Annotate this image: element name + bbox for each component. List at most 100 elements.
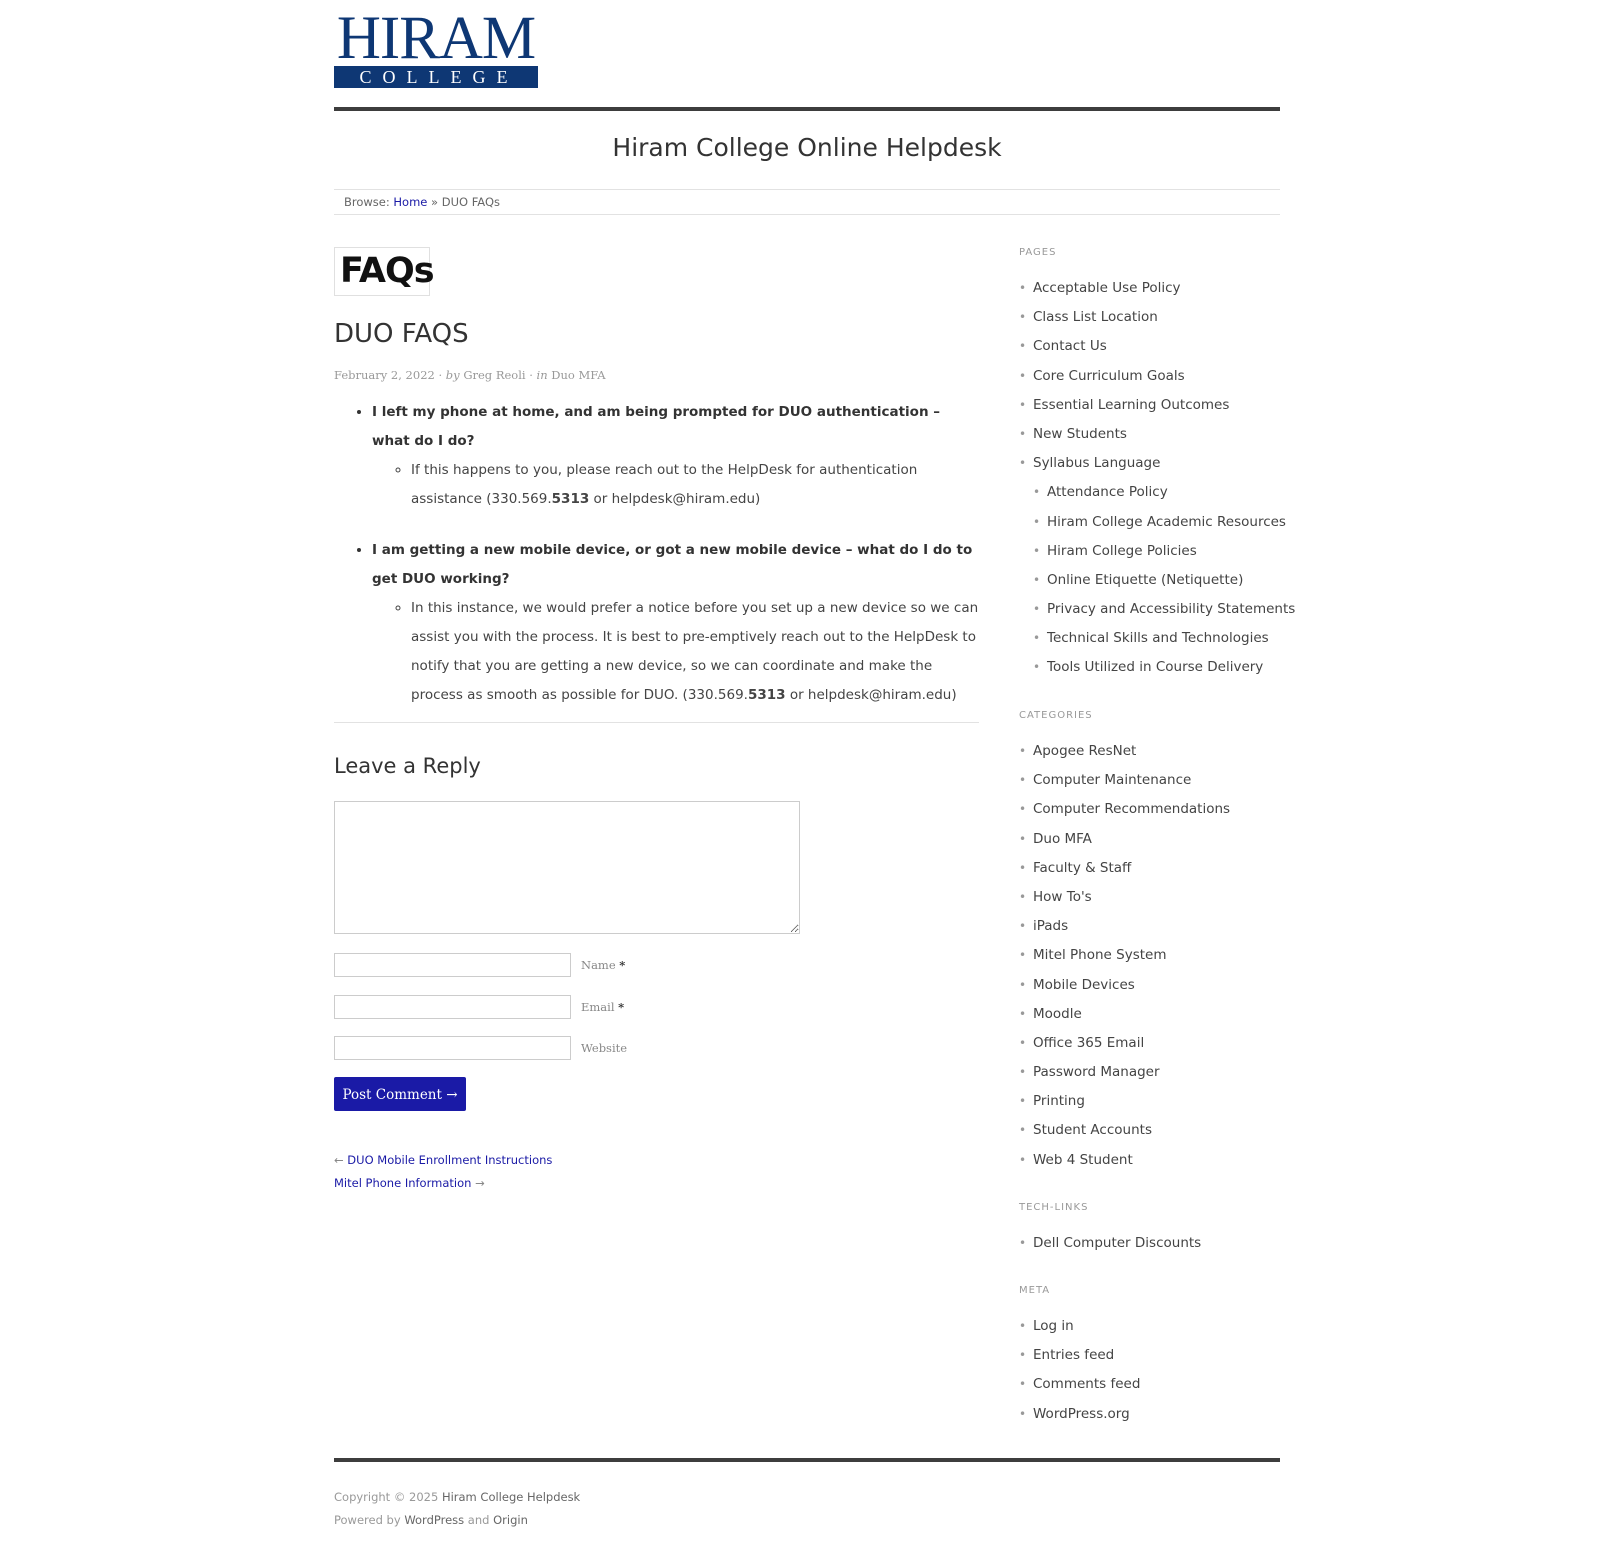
sidebar-category-item-label: Computer Maintenance [1033, 772, 1192, 789]
sidebar-category-item[interactable]: Faculty & Staff [1019, 854, 1230, 883]
header-divider [334, 107, 1280, 111]
sidebar-page-item[interactable]: Hiram College Academic Resources [1019, 508, 1295, 537]
content-divider [334, 722, 979, 723]
breadcrumb: Browse: Home » DUO FAQs [334, 189, 1280, 215]
powered-by-text: Powered by [334, 1513, 401, 1527]
arrow-left-icon: ← [334, 1153, 344, 1167]
sidebar-page-item[interactable]: Contact Us [1019, 332, 1295, 361]
faq-answer: In this instance, we would prefer a noti… [411, 594, 979, 710]
sidebar-category-item-label: Student Accounts [1033, 1122, 1152, 1139]
sidebar-techlink-item[interactable]: Dell Computer Discounts [1019, 1229, 1201, 1258]
sidebar-category-item[interactable]: Mitel Phone System [1019, 941, 1230, 970]
breadcrumb-home-link[interactable]: Home [393, 195, 427, 209]
sidebar-category-item-label: How To's [1033, 888, 1092, 905]
byline-separator: · [438, 368, 443, 382]
next-post-link[interactable]: Mitel Phone Information → [334, 1176, 485, 1190]
sidebar-category-item-label: Office 365 Email [1033, 1034, 1145, 1051]
faq-answer: If this happens to you, please reach out… [411, 456, 979, 514]
sidebar-category-item[interactable]: iPads [1019, 912, 1230, 941]
widget-title-categories: CATEGORIES [1019, 710, 1093, 721]
sidebar-category-item[interactable]: Computer Maintenance [1019, 766, 1230, 795]
post-category-link[interactable]: Duo MFA [551, 368, 605, 382]
sidebar-category-item[interactable]: Apogee ResNet [1019, 737, 1230, 766]
footer-site-link[interactable]: Hiram College Helpdesk [442, 1490, 580, 1504]
sidebar-page-item[interactable]: Online Etiquette (Netiquette) [1019, 566, 1295, 595]
sidebar-category-item-label: Duo MFA [1033, 830, 1092, 847]
and-text: and [467, 1513, 490, 1527]
sidebar-category-item[interactable]: Printing [1019, 1087, 1230, 1116]
sidebar-category-item-label: iPads [1033, 918, 1069, 935]
sidebar-page-item-label: Core Curriculum Goals [1033, 367, 1185, 384]
sidebar-page-item-label: New Students [1033, 425, 1127, 442]
website-label: Website [581, 1041, 628, 1055]
sidebar-page-item[interactable]: Acceptable Use Policy [1019, 274, 1295, 303]
sidebar-page-item[interactable]: Technical Skills and Technologies [1019, 624, 1295, 653]
name-input[interactable] [334, 953, 571, 977]
reply-title: Leave a Reply [334, 754, 481, 778]
sidebar-page-item-label: Hiram College Academic Resources [1047, 513, 1286, 530]
sidebar-category-item[interactable]: Student Accounts [1019, 1116, 1230, 1145]
sidebar-meta-item[interactable]: Comments feed [1019, 1370, 1140, 1399]
faq-answer-ext: 5313 [747, 687, 786, 703]
sidebar-page-item[interactable]: Syllabus Language [1019, 449, 1295, 478]
post-author-link[interactable]: Greg Reoli [463, 368, 525, 382]
sidebar-page-item[interactable]: Hiram College Policies [1019, 537, 1295, 566]
sidebar-page-item[interactable]: Attendance Policy [1019, 478, 1295, 507]
faq-answer-contact: or helpdesk@hiram.edu) [589, 491, 761, 507]
sidebar-page-item-label: Essential Learning Outcomes [1033, 396, 1230, 413]
sidebar-page-item[interactable]: Class List Location [1019, 303, 1295, 332]
sidebar-meta-item[interactable]: WordPress.org [1019, 1400, 1140, 1429]
sidebar-page-item-label: Technical Skills and Technologies [1047, 630, 1269, 647]
footer-copyright: Copyright © 2025 Hiram College Helpdesk [334, 1490, 580, 1504]
sidebar-page-item[interactable]: Tools Utilized in Course Delivery [1019, 653, 1295, 682]
theme-link[interactable]: Origin [493, 1513, 528, 1527]
sidebar-meta-item[interactable]: Log in [1019, 1312, 1140, 1341]
email-input[interactable] [334, 995, 571, 1019]
sidebar-page-item[interactable]: Essential Learning Outcomes [1019, 391, 1295, 420]
footer-powered: Powered by WordPress and Origin [334, 1513, 528, 1527]
sidebar-category-item-label: Apogee ResNet [1033, 743, 1137, 759]
byline-in: in [536, 368, 548, 382]
sidebar-category-item-label: Web 4 Student [1033, 1151, 1133, 1168]
sidebar-category-item[interactable]: Password Manager [1019, 1058, 1230, 1087]
sidebar-category-item[interactable]: How To's [1019, 883, 1230, 912]
next-post-label: Mitel Phone Information [334, 1176, 472, 1190]
sidebar-category-item[interactable]: Computer Recommendations [1019, 795, 1230, 824]
sidebar-category-item-label: Faculty & Staff [1033, 859, 1132, 876]
categories-list: Apogee ResNet Computer Maintenance Compute… [1019, 737, 1230, 1175]
sidebar-category-item[interactable]: Moodle [1019, 1000, 1230, 1029]
sidebar-meta-item[interactable]: Entries feed [1019, 1341, 1140, 1370]
sidebar-category-item[interactable]: Office 365 Email [1019, 1029, 1230, 1058]
byline-separator: · [529, 368, 533, 382]
site-title[interactable]: Hiram College Online Helpdesk [334, 133, 1280, 162]
prev-post-link[interactable]: ← DUO Mobile Enrollment Instructions [334, 1153, 552, 1167]
website-input[interactable] [334, 1036, 571, 1060]
sidebar-page-item-label: Acceptable Use Policy [1033, 280, 1181, 296]
breadcrumb-prefix: Browse: [344, 195, 390, 209]
sidebar-category-item[interactable]: Web 4 Student [1019, 1146, 1230, 1175]
arrow-right-icon: → [475, 1176, 485, 1190]
wordpress-link[interactable]: WordPress [404, 1513, 464, 1527]
hiram-college-logo[interactable]: HIRAM COLLEGE [334, 8, 538, 88]
sidebar-category-item[interactable]: Duo MFA [1019, 825, 1230, 854]
widget-title-techlinks: TECH-LINKS [1019, 1202, 1089, 1213]
sidebar-meta-item-label: Comments feed [1033, 1376, 1141, 1393]
faq-answer-ext: 5313 [551, 491, 590, 507]
sidebar-page-item[interactable]: Core Curriculum Goals [1019, 362, 1295, 391]
faq-answer-contact: or helpdesk@hiram.edu) [785, 687, 957, 703]
widget-title-meta: META [1019, 1285, 1051, 1296]
sidebar-page-item-label: Online Etiquette (Netiquette) [1047, 571, 1244, 588]
comment-textarea[interactable] [334, 801, 800, 934]
sidebar-category-item-label: Mitel Phone System [1033, 947, 1167, 964]
sidebar-page-item-label: Hiram College Policies [1047, 542, 1197, 559]
post-content: I left my phone at home, and am being pr… [334, 398, 979, 710]
sidebar-page-item[interactable]: Privacy and Accessibility Statements [1019, 595, 1295, 624]
featured-image: FAQs [334, 247, 435, 296]
breadcrumb-current: DUO FAQs [441, 195, 500, 209]
sidebar-techlink-item-label: Dell Computer Discounts [1033, 1235, 1202, 1251]
post-comment-button[interactable]: Post Comment → [334, 1077, 466, 1111]
sidebar-page-item[interactable]: New Students [1019, 420, 1295, 449]
sidebar-category-item-label: Printing [1033, 1093, 1085, 1110]
sidebar-category-item[interactable]: Mobile Devices [1019, 971, 1230, 1000]
sidebar-meta-item-label: Log in [1033, 1318, 1074, 1334]
